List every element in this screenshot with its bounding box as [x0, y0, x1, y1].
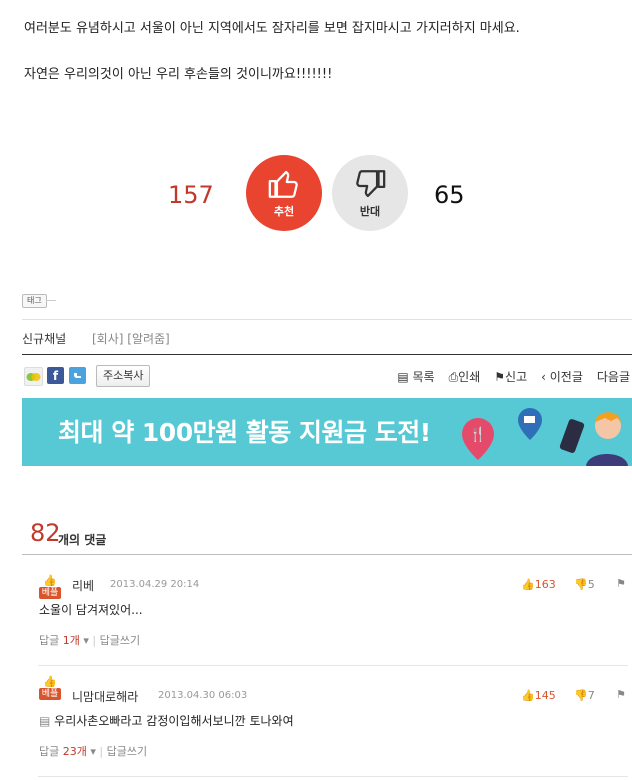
- tag-badge: 태그: [22, 294, 47, 308]
- upvote-button[interactable]: 추천: [246, 155, 322, 231]
- comment-author[interactable]: 니맘대로해라: [72, 688, 138, 705]
- downvote-button[interactable]: 반대: [332, 155, 408, 231]
- divider: [22, 319, 632, 320]
- chevron-down-icon: ▾: [83, 634, 89, 647]
- comment-count-label: 개의 댓글: [58, 533, 107, 547]
- report-button[interactable]: ⚑신고: [494, 368, 527, 385]
- comment-body: 소울이 담겨져있어...: [39, 603, 143, 617]
- thumbs-down-icon: [356, 170, 386, 198]
- comment-count: 82: [30, 519, 61, 547]
- article-line-1: 여러분도 유념하시고 서울이 아닌 지역에서도 잠자리를 보면 잡지마시고 가지…: [24, 21, 520, 36]
- comment-footer: 답글 1개 ▾ | 답글쓰기: [39, 632, 140, 648]
- write-reply-link[interactable]: 답글쓰기: [107, 745, 147, 758]
- article-line-2: 자연은 우리의것이 아닌 우리 후손들의 것이니까요!!!!!!!: [24, 67, 333, 82]
- best-comment-badge: 👍 베플: [39, 676, 61, 702]
- print-label: 인쇄: [458, 370, 481, 384]
- print-button[interactable]: ⎙인쇄: [449, 368, 481, 385]
- separator: |: [99, 745, 107, 758]
- best-label: 베플: [39, 587, 61, 599]
- banner-text: 최대 약 100만원 활동 지원금 도전!: [58, 418, 431, 447]
- report-icon: ⚑: [494, 370, 506, 384]
- tag-divider: [46, 300, 56, 301]
- upvote-label: 추천: [273, 205, 295, 218]
- twitter-share-button[interactable]: [69, 367, 86, 384]
- thumbs-down-icon: 👎: [574, 578, 588, 591]
- comment-item: 👍 베플 니맘대로해라 2013.04.30 06:03 👍145 👎7 ⚑ ▤…: [22, 666, 632, 776]
- share-chat-button[interactable]: [24, 367, 43, 386]
- comment-dislike-button[interactable]: 👎7: [574, 689, 595, 702]
- report-icon[interactable]: ⚑: [616, 688, 626, 701]
- comment-dislike-button[interactable]: 👎5: [574, 578, 595, 591]
- report-icon[interactable]: ⚑: [616, 577, 626, 590]
- image-attachment-icon: ▤: [39, 714, 55, 728]
- reply-toggle[interactable]: 답글 1개 ▾: [39, 634, 89, 647]
- like-count: 163: [534, 578, 556, 591]
- copy-address-button[interactable]: 주소복사: [96, 365, 151, 387]
- chat-share-icon: [26, 372, 41, 381]
- facebook-icon: f: [52, 368, 59, 383]
- comment-item: 👍 베플 리베 2013.04.29 20:14 👍163 👎5 ⚑ 소울이 담…: [22, 555, 632, 665]
- dislike-count: 7: [587, 689, 595, 702]
- prev-post-link[interactable]: ‹ 이전글: [541, 368, 583, 385]
- best-icon: 👍: [43, 574, 57, 587]
- next-post-link[interactable]: 다음글: [597, 368, 630, 385]
- thumbs-up-icon: 👍: [521, 578, 535, 591]
- channel-tags[interactable]: [회사] [알려줌]: [92, 332, 170, 346]
- twitter-icon: [73, 372, 81, 378]
- comment-like-button[interactable]: 👍163: [521, 578, 556, 591]
- reply-count: 1개: [62, 634, 80, 647]
- dislike-count: 5: [587, 578, 595, 591]
- thumbs-up-icon: [268, 170, 298, 198]
- upvote-count: 157: [168, 181, 214, 209]
- thumbs-down-icon: 👎: [574, 689, 588, 702]
- prev-label: 이전글: [549, 370, 583, 384]
- downvote-count: 65: [434, 181, 465, 209]
- comment-like-button[interactable]: 👍145: [521, 689, 556, 702]
- list-icon: ▤: [397, 370, 413, 384]
- facebook-share-button[interactable]: f: [47, 367, 64, 384]
- channel-label[interactable]: 신규채널: [22, 332, 66, 346]
- comment-text: 우리사촌오빠라고 감정이입해서보니깐 토나와여: [54, 714, 294, 728]
- article-toolbar: ▤ 목록 ⎙인쇄 ⚑신고 ‹ 이전글 다음글: [397, 368, 630, 385]
- comment-date: 2013.04.29 20:14: [110, 579, 200, 590]
- downvote-label: 반대: [359, 205, 381, 218]
- channel-row: 신규채널 [회사] [알려줌]: [22, 330, 170, 347]
- chevron-left-icon: ‹: [541, 370, 550, 384]
- separator: |: [92, 634, 100, 647]
- best-comment-badge: 👍 베플: [39, 575, 61, 601]
- reply-prefix: 답글: [39, 634, 60, 647]
- divider: [38, 776, 628, 777]
- comment-date: 2013.04.30 06:03: [158, 690, 248, 701]
- best-icon: 👍: [43, 675, 57, 688]
- list-button[interactable]: ▤ 목록: [397, 368, 434, 385]
- reply-prefix: 답글: [39, 745, 60, 758]
- report-label: 신고: [505, 370, 528, 384]
- comment-footer: 답글 23개 ▾ | 답글쓰기: [39, 743, 147, 759]
- divider: [22, 354, 632, 355]
- comment-author[interactable]: 리베: [72, 577, 94, 594]
- promo-banner[interactable]: 최대 약 100만원 활동 지원금 도전! 🍴: [22, 398, 632, 466]
- best-label: 베플: [39, 688, 61, 700]
- thumbs-up-icon: 👍: [521, 689, 535, 702]
- write-reply-link[interactable]: 답글쓰기: [100, 634, 140, 647]
- chevron-down-icon: ▾: [90, 745, 96, 758]
- svg-text:🍴: 🍴: [469, 426, 486, 443]
- print-icon: ⎙: [448, 370, 459, 384]
- list-label: 목록: [412, 370, 435, 384]
- comment-body: ▤ 우리사촌오빠라고 감정이입해서보니깐 토나와여: [39, 712, 294, 729]
- like-count: 145: [534, 689, 556, 702]
- reply-toggle[interactable]: 답글 23개 ▾: [39, 745, 96, 758]
- reply-count: 23개: [62, 745, 87, 758]
- banner-illustration: 🍴: [462, 408, 628, 466]
